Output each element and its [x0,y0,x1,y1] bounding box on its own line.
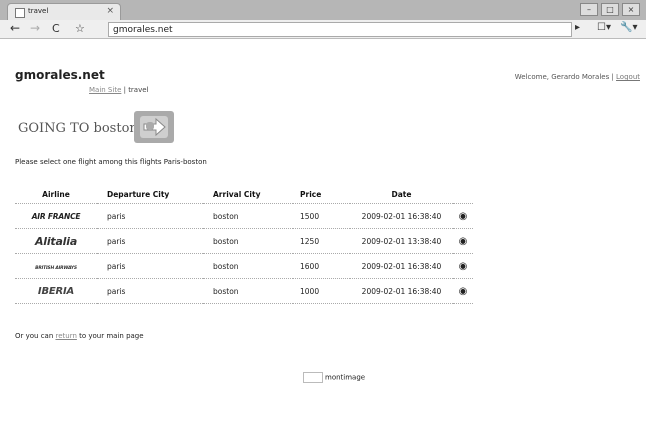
maximize-button[interactable]: □ [601,3,619,16]
going-heading: GOING TO boston [18,121,138,136]
montimage-footer: montimage [303,372,365,383]
departure-cell: paris [97,228,203,254]
arrival-cell: boston [203,228,293,254]
table-row: BRITISH AIRWAYS paris boston 1600 2009-0… [15,253,473,279]
airline-logo-air-france: AIR FRANCE [15,203,97,229]
play-icon[interactable]: ▸ [575,22,580,33]
breadcrumb-main-site-link[interactable]: Main Site [89,86,121,94]
favicon-icon [15,8,25,18]
airline-logo-alitalia: Alitalia [15,228,97,254]
header-departure: Departure City [107,189,170,199]
return-line: Or you can return to your main page [15,332,144,340]
departure-cell: paris [97,203,203,229]
montimage-image [303,372,323,383]
browser-chrome: travel × – □ × ← → C ☆ gmorales.net ▸ ☐▾… [0,0,646,39]
page-menu-icon[interactable]: ☐▾ [597,22,611,33]
tab-strip: travel × – □ × [0,0,646,21]
montimage-text: montimage [325,373,366,382]
select-flight-icon[interactable]: ◉ [453,253,473,279]
star-icon[interactable]: ☆ [75,22,85,35]
table-row: AIR FRANCE paris boston 1500 2009-02-01 … [15,203,473,229]
welcome-label: Welcome, Gerardo Morales | [514,73,617,81]
table-row: Alitalia paris boston 1250 2009-02-01 13… [15,228,473,254]
date-cell: 2009-02-01 16:38:40 [350,278,453,304]
header-airline: Airline [42,189,70,199]
departure-cell: paris [97,253,203,279]
site-title: gmorales.net [15,68,105,82]
arrival-cell: boston [203,278,293,304]
date-cell: 2009-02-01 16:38:40 [350,203,453,229]
date-cell: 2009-02-01 13:38:40 [350,228,453,254]
select-flight-text: Please select one flight among this flig… [15,158,207,166]
price-cell: 1000 [293,278,350,304]
window-controls: – □ × [580,3,640,16]
address-host: gmorales.net [113,25,173,35]
header-price: Price [300,189,322,199]
header-date: Date [391,189,412,199]
tab-title: travel [28,7,49,15]
departure-cell: paris [97,278,203,304]
return-before: Or you can [15,332,56,340]
wrench-icon[interactable]: 🔧▾ [620,22,637,33]
logout-link[interactable]: Logout [616,73,640,81]
tab-travel[interactable]: travel × [7,3,121,21]
address-bar[interactable]: gmorales.net [108,22,572,37]
go-arrow-icon [134,111,174,143]
select-flight-icon[interactable]: ◉ [453,203,473,229]
breadcrumb-current: travel [128,86,149,94]
date-cell: 2009-02-01 16:38:40 [350,253,453,279]
arrival-cell: boston [203,203,293,229]
browser-toolbar: ← → C ☆ gmorales.net ▸ ☐▾ 🔧▾ [0,20,646,39]
tab-close-icon[interactable]: × [106,6,114,16]
price-cell: 1250 [293,228,350,254]
breadcrumb: Main Site | travel [89,86,149,94]
airline-logo-iberia: IBERIA [15,278,97,304]
select-flight-icon[interactable]: ◉ [453,228,473,254]
reload-button[interactable]: C [52,22,60,35]
back-button[interactable]: ← [10,21,20,35]
return-after: to your main page [76,332,144,340]
table-row: IBERIA paris boston 1000 2009-02-01 16:3… [15,278,473,304]
welcome-text: Welcome, Gerardo Morales | Logout [515,73,640,81]
header-arrival: Arrival City [213,189,261,199]
price-cell: 1500 [293,203,350,229]
price-cell: 1600 [293,253,350,279]
flights-table: Airline Departure City Arrival City Pric… [15,185,473,304]
airline-logo-british-airways: BRITISH AIRWAYS [15,253,97,279]
header-select [453,185,473,204]
table-header-row: Airline Departure City Arrival City Pric… [15,185,473,204]
forward-button[interactable]: → [30,21,40,35]
arrival-cell: boston [203,253,293,279]
return-link[interactable]: return [56,332,77,340]
minimize-button[interactable]: – [580,3,598,16]
close-window-button[interactable]: × [622,3,640,16]
select-flight-icon[interactable]: ◉ [453,278,473,304]
